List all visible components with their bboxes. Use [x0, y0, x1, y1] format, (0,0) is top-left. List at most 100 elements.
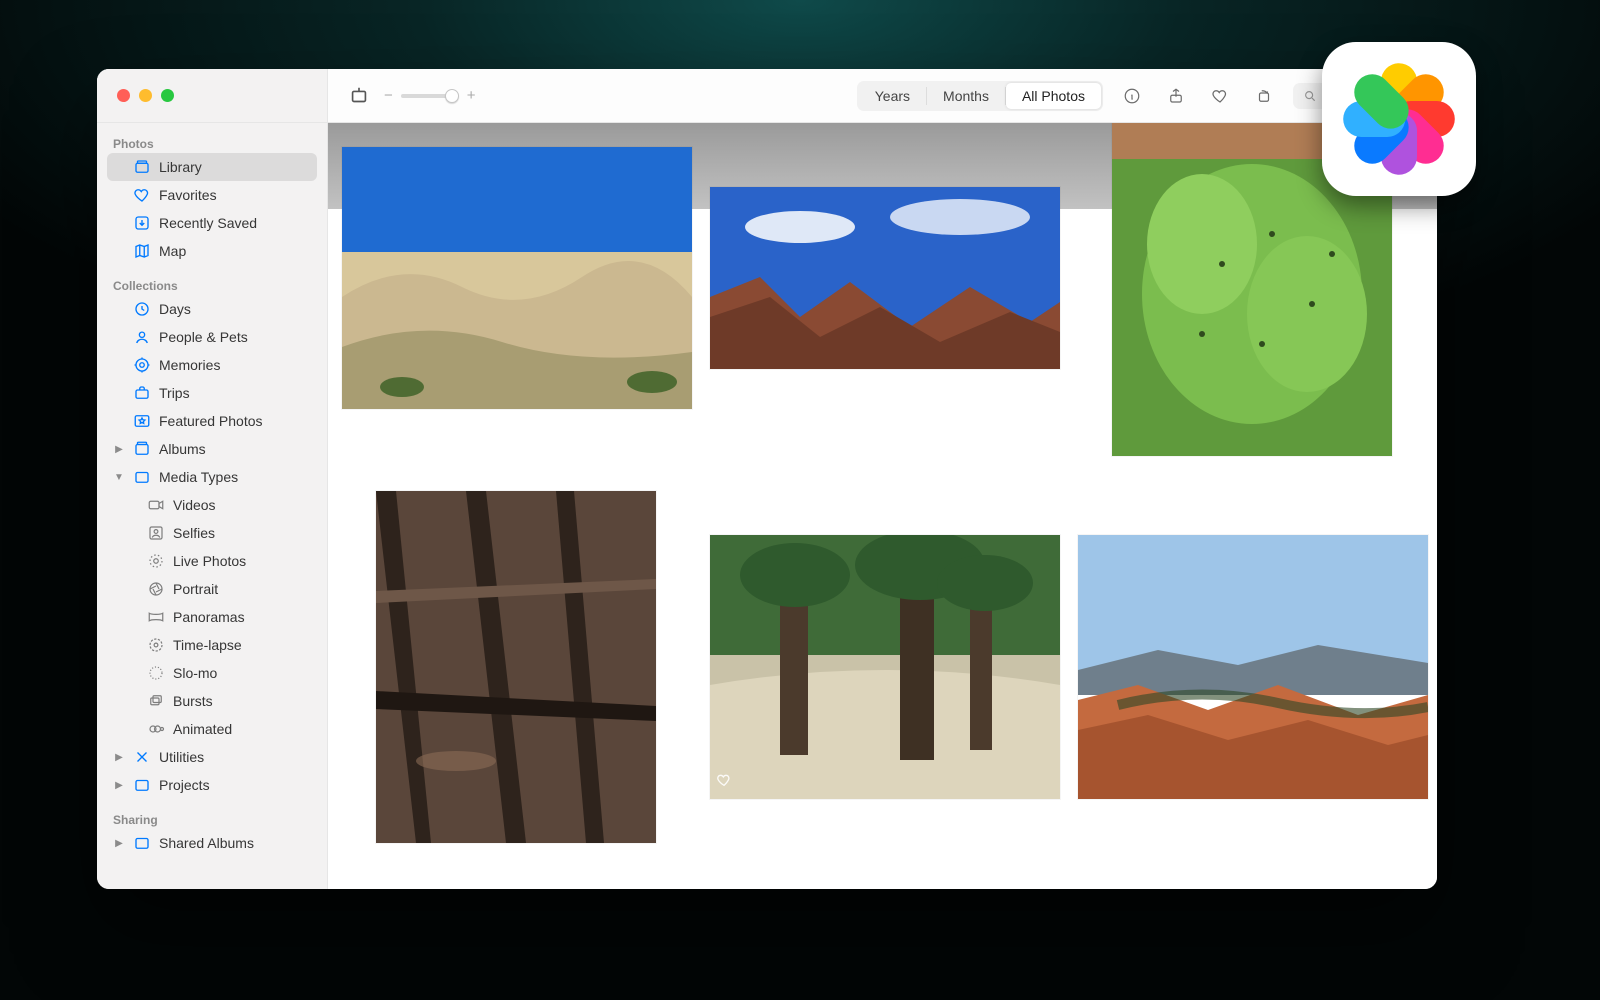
sidebar-item-label: Featured Photos: [159, 413, 311, 429]
live-photo-icon: [147, 552, 165, 570]
seg-months[interactable]: Months: [927, 83, 1005, 109]
section-photos: Photos: [107, 131, 317, 153]
sidebar-item-label: Days: [159, 301, 311, 317]
download-icon: [133, 214, 151, 232]
chevron-right-icon[interactable]: ▶: [113, 752, 125, 763]
shared-albums-icon: [133, 834, 151, 852]
sidebar-item-label: Panoramas: [173, 609, 311, 625]
zoom-slider[interactable]: [401, 94, 459, 98]
photo-thumbnail[interactable]: [1078, 535, 1428, 799]
seg-all-photos[interactable]: All Photos: [1006, 83, 1101, 109]
sidebar-item-label: Shared Albums: [159, 835, 311, 851]
sidebar-item-label: Videos: [173, 497, 311, 513]
albums-icon: [133, 440, 151, 458]
utilities-icon: [133, 748, 151, 766]
star-photo-icon: [133, 412, 151, 430]
chevron-right-icon[interactable]: ▶: [113, 780, 125, 791]
flower-icon: [1344, 64, 1454, 174]
section-sharing: Sharing: [107, 807, 317, 829]
sidebar-item-selfies[interactable]: Selfies: [107, 519, 317, 547]
sidebar-item-label: Time-lapse: [173, 637, 311, 653]
photo-thumbnail[interactable]: [342, 147, 692, 409]
window-controls: [97, 69, 328, 122]
video-icon: [147, 496, 165, 514]
memories-icon: [133, 356, 151, 374]
sidebar-item-bursts[interactable]: Bursts: [107, 687, 317, 715]
suitcase-icon: [133, 384, 151, 402]
projects-icon: [133, 776, 151, 794]
sidebar-item-label: Selfies: [173, 525, 311, 541]
sidebar-item-trips[interactable]: Trips: [107, 379, 317, 407]
photo-thumbnail[interactable]: [710, 535, 1060, 799]
minimize-window-button[interactable]: [139, 89, 152, 102]
map-icon: [133, 242, 151, 260]
sidebar-item-shared-albums[interactable]: ▶ Shared Albums: [107, 829, 317, 857]
aperture-icon: [147, 580, 165, 598]
library-icon: [133, 158, 151, 176]
sidebar-item-animated[interactable]: Animated: [107, 715, 317, 743]
sidebar-item-featured[interactable]: Featured Photos: [107, 407, 317, 435]
timelapse-icon: [147, 636, 165, 654]
sidebar-item-memories[interactable]: Memories: [107, 351, 317, 379]
toolbar: − + Years Months All Photos: [97, 69, 1437, 123]
info-button[interactable]: [1117, 81, 1147, 111]
sidebar-item-favorites[interactable]: Favorites: [107, 181, 317, 209]
sidebar-item-slomo[interactable]: Slo-mo: [107, 659, 317, 687]
sidebar-item-utilities[interactable]: ▶ Utilities: [107, 743, 317, 771]
sidebar-item-library[interactable]: Library: [107, 153, 317, 181]
sidebar-item-portrait[interactable]: Portrait: [107, 575, 317, 603]
sidebar-item-label: Albums: [159, 441, 311, 457]
favorite-button[interactable]: [1205, 81, 1235, 111]
sidebar-item-label: Projects: [159, 777, 311, 793]
sidebar-item-label: Portrait: [173, 581, 311, 597]
panorama-icon: [147, 608, 165, 626]
sidebar-item-label: Bursts: [173, 693, 311, 709]
seg-years[interactable]: Years: [859, 83, 926, 109]
clock-icon: [133, 300, 151, 318]
zoom-control: − +: [384, 87, 476, 104]
aspect-toggle-icon[interactable]: [348, 85, 370, 107]
animated-icon: [147, 720, 165, 738]
chevron-down-icon[interactable]: ▼: [113, 472, 125, 483]
heart-icon: [133, 186, 151, 204]
sidebar-item-recently-saved[interactable]: Recently Saved: [107, 209, 317, 237]
sidebar-item-projects[interactable]: ▶ Projects: [107, 771, 317, 799]
sidebar-item-map[interactable]: Map: [107, 237, 317, 265]
photo-thumbnail[interactable]: [376, 491, 656, 843]
photos-window: − + Years Months All Photos: [97, 69, 1437, 889]
view-segmented-control: Years Months All Photos: [857, 81, 1103, 111]
sidebar-item-days[interactable]: Days: [107, 295, 317, 323]
sidebar-item-label: Library: [159, 159, 311, 175]
sidebar-item-panoramas[interactable]: Panoramas: [107, 603, 317, 631]
favorite-badge-icon: [716, 772, 732, 793]
toolbar-main: − + Years Months All Photos: [328, 81, 1437, 111]
fullscreen-window-button[interactable]: [161, 89, 174, 102]
sidebar-item-people-pets[interactable]: People & Pets: [107, 323, 317, 351]
content-area: Jul 26, 2024 Filter: [328, 123, 1437, 889]
zoom-out-label[interactable]: −: [384, 87, 393, 104]
sidebar: Photos Library Favorites Recently Saved …: [97, 123, 328, 889]
sidebar-item-media-types[interactable]: ▼ Media Types: [107, 463, 317, 491]
person-icon: [133, 328, 151, 346]
sidebar-item-videos[interactable]: Videos: [107, 491, 317, 519]
sidebar-item-label: People & Pets: [159, 329, 311, 345]
search-icon: [1303, 89, 1317, 103]
sidebar-item-timelapse[interactable]: Time-lapse: [107, 631, 317, 659]
chevron-right-icon[interactable]: ▶: [113, 838, 125, 849]
selfie-icon: [147, 524, 165, 542]
slomo-icon: [147, 664, 165, 682]
section-collections: Collections: [107, 273, 317, 295]
zoom-slider-knob[interactable]: [445, 89, 459, 103]
close-window-button[interactable]: [117, 89, 130, 102]
rotate-button[interactable]: [1249, 81, 1279, 111]
share-button[interactable]: [1161, 81, 1191, 111]
sidebar-item-albums[interactable]: ▶ Albums: [107, 435, 317, 463]
bursts-icon: [147, 692, 165, 710]
media-types-icon: [133, 468, 151, 486]
chevron-right-icon[interactable]: ▶: [113, 444, 125, 455]
photo-thumbnail[interactable]: [710, 187, 1060, 369]
sidebar-item-live-photos[interactable]: Live Photos: [107, 547, 317, 575]
zoom-in-label[interactable]: +: [467, 87, 476, 104]
photo-grid: [328, 209, 1437, 239]
sidebar-item-label: Memories: [159, 357, 311, 373]
